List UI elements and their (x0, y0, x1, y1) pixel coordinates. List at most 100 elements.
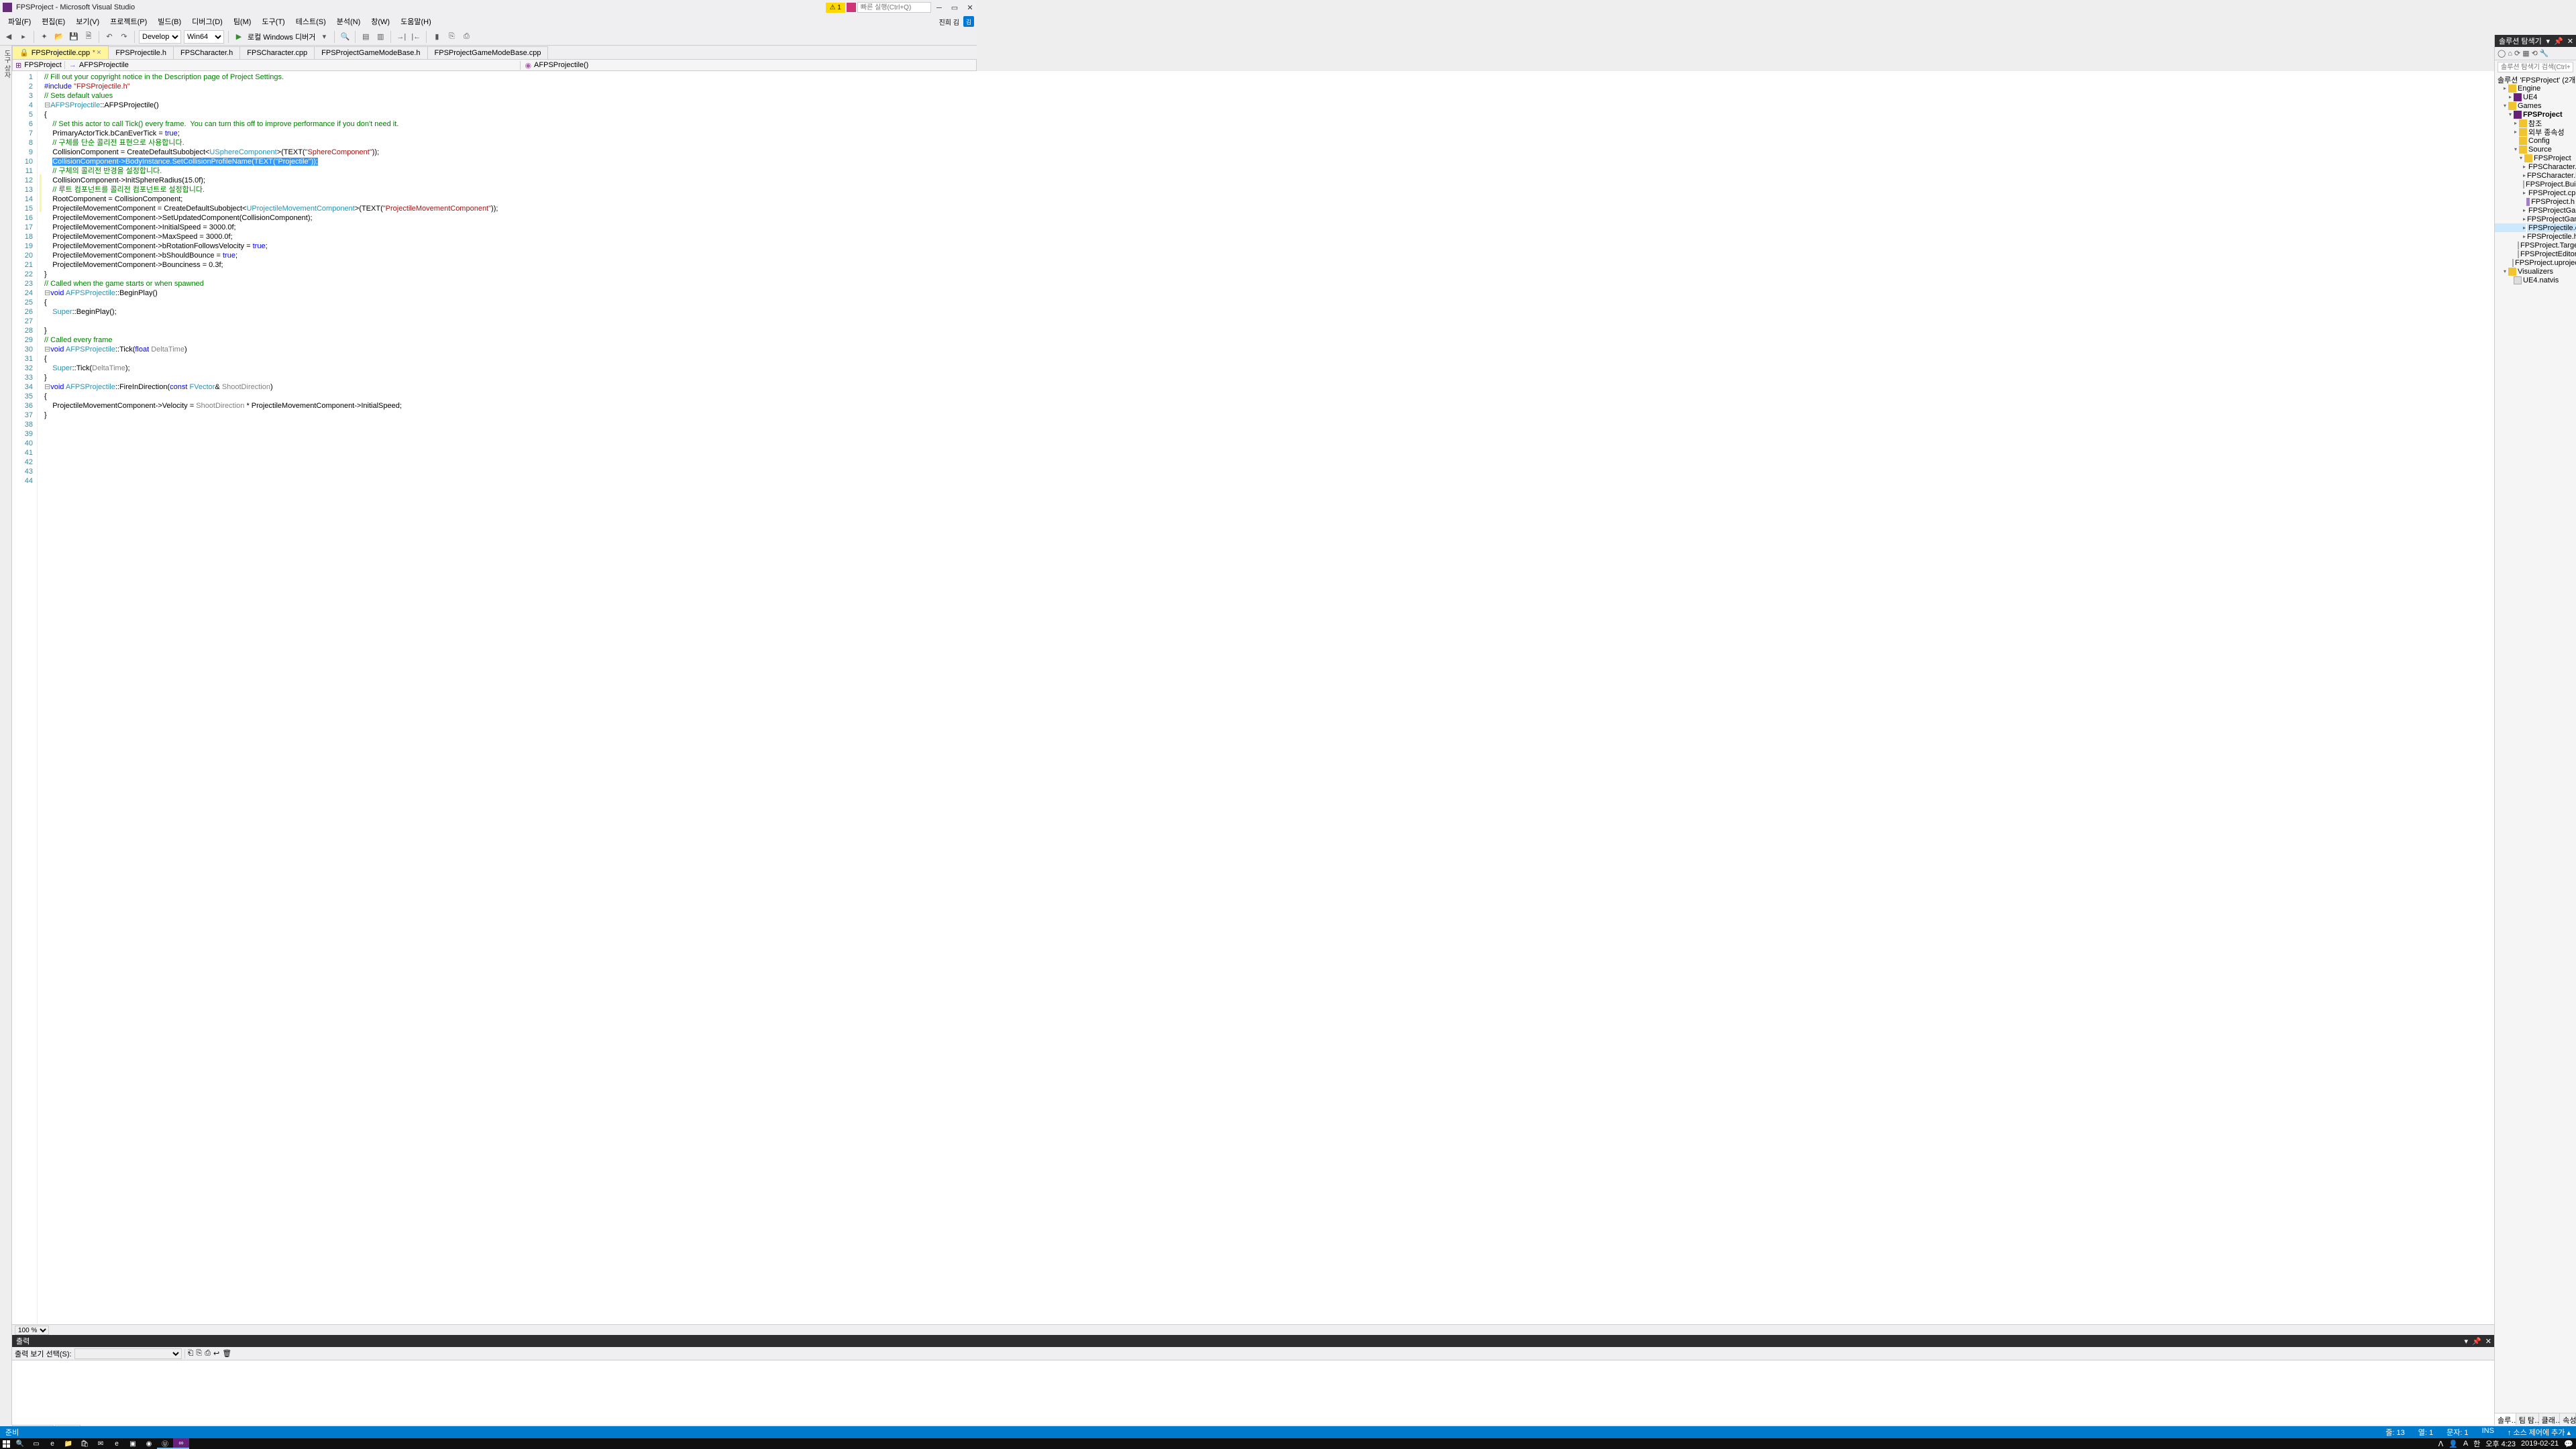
output-pin-icon[interactable]: 📌 (2472, 1337, 2481, 1346)
solex-tab[interactable]: 솔루… (2495, 1413, 2516, 1425)
tree-item[interactable]: ▾Source (2495, 145, 2576, 154)
start-button[interactable] (0, 1438, 12, 1449)
menu-file[interactable]: 파일(F) (3, 15, 36, 28)
avatar[interactable]: 김 (963, 16, 974, 27)
output-clear-button[interactable]: 🗑 (222, 1349, 231, 1358)
uncomment-button[interactable]: ▥ (374, 31, 386, 43)
tray-ime-icon[interactable]: A (2463, 1440, 2468, 1448)
tray-input-icon[interactable]: 한 (2473, 1438, 2480, 1449)
solex-prop-icon[interactable]: 🔧 (2540, 49, 2549, 58)
menu-build[interactable]: 빌드(B) (152, 15, 186, 28)
debug-target-label[interactable]: 로컬 Windows 디버거 (248, 32, 315, 42)
menu-view[interactable]: 보기(V) (70, 15, 105, 28)
tree-item[interactable]: FPSProjectEditor.T (2495, 250, 2576, 258)
solex-sync-icon[interactable]: ⟳ (2514, 49, 2520, 58)
taskbar-search[interactable]: 🔍 (12, 1438, 28, 1449)
code-area[interactable]: // Fill out your copyright notice in the… (44, 71, 2494, 1324)
taskbar-taskview[interactable]: ▭ (28, 1438, 44, 1449)
tool2-button[interactable]: ⎙ (460, 31, 472, 43)
taskbar-edge[interactable]: e (44, 1438, 60, 1449)
notification-badge[interactable]: ⚠ 1 (826, 3, 845, 13)
code-editor[interactable]: 1234567891011121314151617181920212223242… (12, 71, 2494, 1324)
solex-refresh-icon[interactable]: ⟲ (2532, 49, 2538, 58)
tray-people-icon[interactable]: 👤 (2449, 1440, 2458, 1448)
taskbar-vs[interactable]: ∞ (173, 1438, 189, 1449)
doc-tab[interactable]: FPSCharacter.h (173, 46, 240, 59)
solex-tab[interactable]: 클래… (2539, 1413, 2561, 1425)
open-button[interactable]: 📂 (53, 31, 65, 43)
tree-item[interactable]: ▸UE4 (2495, 93, 2576, 101)
menu-test[interactable]: 테스트(S) (290, 15, 331, 28)
tree-item[interactable]: ▸FPSProjectGam (2495, 206, 2576, 215)
expand-icon[interactable]: ▸ (2512, 120, 2519, 126)
solex-view-icon[interactable]: ▦ (2522, 49, 2529, 58)
tool1-button[interactable]: ⎘ (445, 31, 458, 43)
nav-scope[interactable]: FPSProject (24, 61, 62, 69)
menu-project[interactable]: 프로젝트(P) (105, 15, 152, 28)
tab-close-icon[interactable]: ✕ (93, 49, 101, 56)
tree-item[interactable]: Config (2495, 136, 2576, 145)
solex-home-icon[interactable]: ⌂ (2508, 50, 2512, 58)
tray-up-icon[interactable]: ᐱ (2438, 1440, 2444, 1448)
system-tray[interactable]: ᐱ 👤 A 한 오후 4:23 2019-02-21 💬 (2438, 1438, 2576, 1449)
menu-tools[interactable]: 도구(T) (256, 15, 290, 28)
status-src[interactable]: ↑ 소스 제어에 추가 ▴ (2508, 1427, 2571, 1438)
solex-tab[interactable]: 속성 (2560, 1413, 2576, 1425)
expand-icon[interactable]: ▸ (2502, 85, 2508, 91)
doc-tab[interactable]: FPSProjectGameModeBase.cpp (427, 46, 549, 59)
quick-launch-input[interactable] (857, 2, 931, 13)
tree-item[interactable]: ▸FPSProjectile.h (2495, 232, 2576, 241)
tray-notif-icon[interactable]: 💬 (2564, 1440, 2573, 1448)
comment-button[interactable]: ▤ (360, 31, 372, 43)
close-button[interactable]: ✕ (963, 3, 977, 12)
tree-item[interactable]: ▾FPSProject (2495, 154, 2576, 162)
expand-icon[interactable]: ▸ (2507, 94, 2514, 100)
undo-button[interactable]: ↶ (103, 31, 115, 43)
menu-edit[interactable]: 편집(E) (36, 15, 70, 28)
solex-back-icon[interactable]: ◯ (2498, 49, 2506, 58)
save-button[interactable]: 💾 (68, 31, 80, 43)
expand-icon[interactable]: ▾ (2512, 146, 2519, 152)
tree-item[interactable]: FPSProject.Build (2495, 180, 2576, 189)
expand-icon[interactable]: ▾ (2502, 103, 2508, 109)
nav-back-button[interactable]: ◀ (3, 31, 15, 43)
tree-item[interactable]: ▾Games (2495, 101, 2576, 110)
outdent-button[interactable]: |← (410, 31, 422, 43)
output-source-select[interactable] (74, 1348, 182, 1359)
new-button[interactable]: ✦ (38, 31, 50, 43)
solex-pin-icon[interactable]: 📌 (2554, 37, 2563, 46)
output-wrap-button[interactable]: ↩ (213, 1349, 219, 1358)
tree-item[interactable]: ▸Engine (2495, 84, 2576, 93)
solex-header[interactable]: 솔루션 탐색기 ▾ 📌 ✕ (2495, 35, 2576, 47)
menu-team[interactable]: 팀(M) (228, 15, 257, 28)
expand-icon[interactable]: ▸ (2512, 129, 2519, 135)
tree-item[interactable]: ▸FPSProjectGam (2495, 215, 2576, 223)
doc-tab[interactable]: FPSCharacter.cpp (239, 46, 315, 59)
menu-debug[interactable]: 디버그(D) (186, 15, 228, 28)
taskbar-ie[interactable]: e (109, 1438, 125, 1449)
solex-search-input[interactable] (2498, 62, 2573, 72)
dropdown-icon[interactable]: ▾ (318, 31, 330, 43)
feedback-icon[interactable] (847, 3, 856, 12)
platform-select[interactable]: Win64 (184, 30, 224, 44)
expand-icon[interactable]: ▸ (2523, 216, 2526, 222)
tree-item[interactable]: ▸FPSCharacter.cpp (2495, 162, 2576, 171)
menu-analyze[interactable]: 분석(N) (331, 15, 366, 28)
tree-item[interactable]: ▸외부 종속성 (2495, 127, 2576, 136)
tree-item[interactable]: FPSProject.uproject (2495, 258, 2576, 267)
taskbar-app1[interactable]: ▣ (125, 1438, 141, 1449)
nav-class[interactable]: AFPSProjectile (79, 61, 129, 69)
tree-item[interactable]: ▸FPSCharacter.h (2495, 171, 2576, 180)
tree-item[interactable]: ▸FPSProjectile.cpp (2495, 223, 2576, 232)
menu-help[interactable]: 도움말(H) (395, 15, 437, 28)
output-close-icon[interactable]: ✕ (2485, 1337, 2491, 1346)
tree-item[interactable]: UE4.natvis (2495, 276, 2576, 284)
menu-window[interactable]: 창(W) (366, 15, 395, 28)
toolbox-rail[interactable]: 도구 상자 (0, 46, 12, 1425)
taskbar-store[interactable]: 🛍 (76, 1438, 93, 1449)
user-name[interactable]: 진희 김 (934, 15, 963, 28)
saveall-button[interactable]: 🗎 (83, 31, 95, 43)
minimize-button[interactable]: ─ (932, 4, 946, 12)
expand-icon[interactable]: ▾ (2502, 268, 2508, 274)
find-button[interactable]: 🔍 (339, 31, 351, 43)
